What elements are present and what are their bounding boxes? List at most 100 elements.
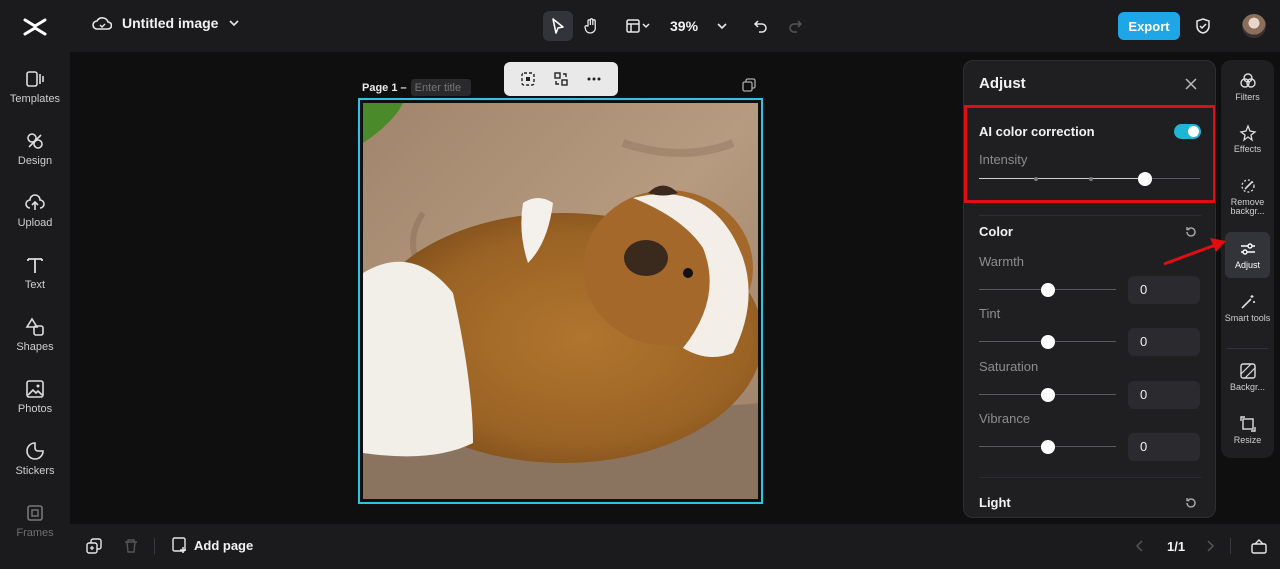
slider-fill — [979, 178, 1145, 179]
chevron-left-icon[interactable] — [1134, 539, 1146, 553]
sidebar-item-stickers[interactable]: Stickers — [0, 440, 70, 496]
slider-knob[interactable] — [1041, 335, 1055, 349]
pages-panel-icon[interactable] — [1250, 538, 1268, 554]
annotation-arrow-icon — [1163, 238, 1226, 266]
warmth-label: Warmth — [979, 254, 1025, 269]
tint-value-input[interactable]: 0 — [1128, 328, 1200, 356]
export-button[interactable]: Export — [1118, 12, 1180, 40]
sidebar-item-design[interactable]: Design — [0, 130, 70, 186]
slider-knob[interactable] — [1041, 440, 1055, 454]
capcut-logo-icon[interactable] — [22, 14, 48, 40]
vibrance-slider[interactable] — [979, 440, 1116, 454]
layout-tool-button[interactable] — [618, 11, 658, 41]
saturation-slider[interactable] — [979, 388, 1116, 402]
sidebar-item-shapes[interactable]: Shapes — [0, 316, 70, 372]
saturation-value-input[interactable]: 0 — [1128, 381, 1200, 409]
text-icon — [27, 258, 43, 273]
slider-knob[interactable] — [1041, 388, 1055, 402]
remove-background-icon — [1240, 179, 1255, 193]
rail-item-effects[interactable]: Effects — [1221, 124, 1274, 154]
sidebar-item-text[interactable]: Text — [0, 254, 70, 310]
rail-item-label: Effects — [1233, 144, 1262, 154]
add-page-button[interactable]: Add page — [172, 537, 253, 553]
rail-item-filters[interactable]: Filters — [1221, 72, 1274, 102]
shield-icon — [1196, 18, 1210, 34]
selected-image-frame[interactable] — [358, 98, 763, 504]
design-icon — [27, 133, 43, 149]
divider — [1230, 538, 1231, 554]
sidebar-item-photos[interactable]: Photos — [0, 378, 70, 434]
filters-icon — [1239, 73, 1256, 88]
rail-item-label: Smart tools — [1224, 313, 1271, 323]
add-page-label: Add page — [194, 537, 254, 553]
sidebar-item-label: Frames — [16, 527, 54, 539]
select-tool-button[interactable] — [543, 11, 573, 41]
rail-item-smart-tools[interactable]: Smart tools — [1221, 293, 1274, 323]
page-counter: 1/1 — [1167, 539, 1186, 554]
redo-button[interactable] — [780, 11, 810, 41]
avatar[interactable] — [1242, 14, 1266, 38]
warmth-slider[interactable] — [979, 283, 1116, 297]
slider-knob[interactable] — [1138, 172, 1152, 186]
section-title-light: Light — [979, 495, 1011, 510]
sidebar-item-label: Stickers — [15, 465, 55, 477]
vibrance-label: Vibrance — [979, 411, 1031, 426]
slider-knob[interactable] — [1041, 283, 1055, 297]
saturation-label: Saturation — [979, 359, 1039, 374]
intensity-slider[interactable] — [979, 172, 1200, 186]
tint-label: Tint — [979, 306, 1001, 321]
divider — [979, 215, 1201, 216]
rail-item-adjust[interactable]: Adjust — [1225, 232, 1270, 278]
sidebar-item-label: Design — [17, 155, 53, 167]
more-options-icon[interactable] — [586, 71, 602, 87]
document-title-area: Untitled image — [92, 14, 240, 32]
duplicate-page-icon[interactable] — [742, 78, 756, 92]
app: Templates Design Upload Text Shapes Phot… — [0, 0, 1280, 569]
duplicate-icon[interactable] — [86, 538, 102, 554]
adjust-icon — [1240, 243, 1255, 255]
zoom-dropdown-button[interactable] — [707, 11, 737, 41]
sidebar-item-label: Text — [24, 279, 46, 291]
adjust-panel: Adjust AI color correction Intensity Col… — [963, 60, 1216, 518]
sidebar-item-templates[interactable]: Templates — [0, 68, 70, 124]
guinea-pig-image — [363, 103, 758, 499]
ai-color-correction-label: AI color correction — [979, 124, 1095, 139]
rail-divider — [1227, 348, 1268, 349]
close-icon[interactable] — [1184, 77, 1198, 91]
cloud-sync-icon[interactable] — [92, 14, 112, 32]
sidebar-item-frames[interactable]: Frames — [0, 502, 70, 558]
rail-item-label: Backgr... — [1229, 382, 1265, 392]
hand-tool-button[interactable] — [577, 11, 607, 41]
guinea-pig-photo[interactable] — [363, 103, 758, 499]
chevron-right-icon[interactable] — [1204, 539, 1216, 553]
chevron-down-icon[interactable] — [228, 17, 240, 29]
rail-item-resize[interactable]: Resize — [1221, 415, 1274, 445]
vibrance-value-input[interactable]: 0 — [1128, 433, 1200, 461]
chevron-down-icon — [717, 23, 727, 30]
sidebar-item-upload[interactable]: Upload — [0, 192, 70, 248]
undo-button[interactable] — [746, 11, 776, 41]
zoom-level[interactable]: 39% — [670, 18, 698, 34]
slider-tick — [1034, 177, 1038, 181]
warmth-value-input[interactable]: 0 — [1128, 276, 1200, 304]
reset-icon[interactable] — [1184, 496, 1198, 510]
rail-item-remove-background[interactable]: Remove backgr... — [1221, 177, 1274, 216]
document-title[interactable]: Untitled image — [122, 15, 218, 31]
sidebar-item-label: Photos — [17, 403, 53, 415]
tint-slider[interactable] — [979, 335, 1116, 349]
trash-icon[interactable] — [123, 538, 139, 554]
sidebar-item-label: Shapes — [16, 341, 54, 353]
divider — [154, 538, 155, 554]
background-icon — [1239, 363, 1256, 379]
intensity-label: Intensity — [979, 152, 1028, 167]
page-title-input[interactable] — [410, 79, 471, 96]
shield-button[interactable] — [1188, 11, 1218, 41]
replace-icon[interactable] — [553, 71, 569, 87]
redo-icon — [789, 20, 803, 33]
rail-item-background[interactable]: Backgr... — [1221, 362, 1274, 392]
slider-tick — [1089, 177, 1093, 181]
rail-item-label: Resize — [1233, 435, 1262, 445]
select-area-icon[interactable] — [520, 71, 536, 87]
ai-color-correction-toggle[interactable] — [1174, 124, 1201, 139]
page-number-label: Page 1 – — [362, 81, 407, 94]
